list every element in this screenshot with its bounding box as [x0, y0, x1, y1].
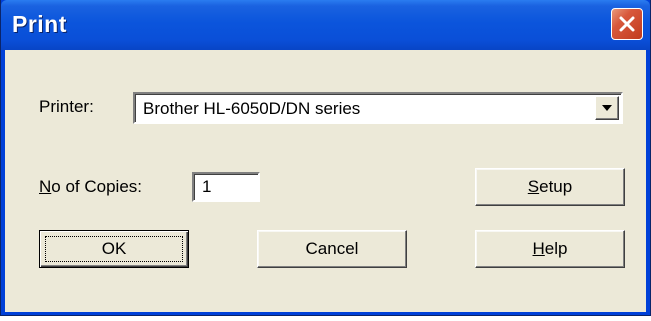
copies-label-mnemonic: N	[39, 177, 52, 196]
printer-label: Printer:	[39, 97, 94, 116]
printer-select-value: Brother HL-6050D/DN series	[143, 99, 361, 118]
setup-mnemonic: S	[527, 177, 540, 196]
close-button[interactable]	[611, 8, 643, 40]
copies-label: No of Copies:	[39, 177, 142, 197]
dialog-body: Printer: Brother HL-6050D/DN series No o…	[5, 50, 646, 312]
copies-label-text: o of Copies:	[51, 177, 143, 196]
cancel-button[interactable]: Cancel	[257, 230, 407, 268]
help-mnemonic: H	[532, 239, 545, 258]
ok-label: OK	[101, 239, 127, 258]
print-dialog: Print Printer: Brother HL-6050D/DN serie…	[0, 0, 651, 316]
title-bar[interactable]: Print	[1, 0, 650, 50]
ok-button[interactable]: OK	[39, 230, 189, 268]
setup-label: etup	[539, 177, 573, 196]
copies-input[interactable]: 1	[192, 172, 260, 202]
printer-select[interactable]: Brother HL-6050D/DN series	[133, 92, 623, 124]
window-title: Print	[12, 11, 67, 37]
setup-button[interactable]: Setup	[475, 168, 625, 206]
help-button[interactable]: Help	[475, 230, 625, 268]
printer-select-dropdown-button[interactable]	[595, 96, 619, 120]
help-label: elp	[544, 239, 568, 258]
close-icon	[619, 16, 635, 32]
cancel-label: Cancel	[305, 239, 359, 258]
dropdown-arrow-icon	[602, 105, 612, 111]
